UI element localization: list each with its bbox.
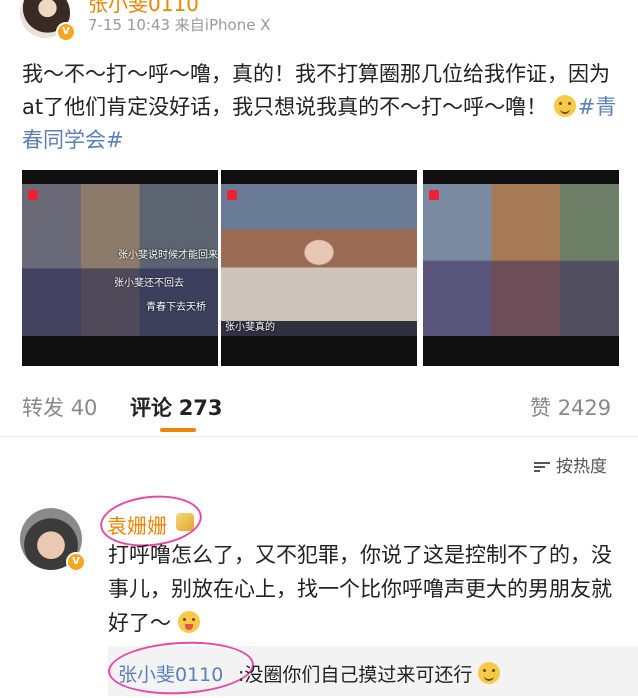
reply-author[interactable]: 张小斐0110: [118, 660, 223, 687]
post-image-2[interactable]: 张小斐真的: [221, 170, 417, 366]
post-text: 我～不～打～呼～噜，真的！我不打算圈那几位给我作证，因为at了他们肯定没好话，我…: [22, 58, 622, 157]
repost-label: 转发: [22, 396, 64, 420]
verified-badge-icon: V: [66, 552, 86, 572]
like-tab[interactable]: 赞 2429: [530, 392, 611, 422]
subtitle: 张小斐说时候才能回来: [118, 250, 218, 261]
comment-text: 打呼噜怎么了，又不犯罪，你说了这是控制不了的，没事儿，别放在心上，找一个比你呼噜…: [108, 538, 613, 640]
channel-logo-icon: [227, 190, 237, 200]
tv-scene: [423, 184, 619, 336]
repost-tab[interactable]: 转发 40: [22, 392, 97, 422]
subtitle: 张小斐还不回去: [114, 278, 184, 289]
verified-badge-icon: V: [56, 22, 76, 42]
tv-scene: [221, 184, 417, 336]
post-body: 我～不～打～呼～噜，真的！我不打算圈那几位给我作证，因为at了他们肯定没好话，我…: [22, 62, 610, 119]
post-image-3[interactable]: [423, 170, 619, 366]
comment-tab[interactable]: 评论 273: [130, 392, 223, 422]
like-label: 赞: [530, 396, 551, 420]
subtitle: 青春下去天桥: [146, 302, 206, 313]
member-crown-icon: [176, 513, 194, 531]
post-image-1[interactable]: 张小斐说时候才能回来 张小斐还不回去 青春下去天桥: [22, 170, 218, 366]
upside-down-smile-emoji-icon: [553, 95, 576, 117]
sort-label: 按热度: [556, 457, 607, 477]
comment-label: 评论: [130, 396, 172, 420]
active-tab-indicator: [160, 428, 196, 432]
sort-by-heat-button[interactable]: 按热度: [534, 452, 607, 477]
repost-count: 40: [70, 396, 98, 420]
tongue-out-emoji-icon: [177, 611, 200, 633]
channel-logo-icon: [429, 190, 439, 200]
sort-icon: [534, 462, 550, 472]
divider: [0, 436, 638, 437]
subtitle: 张小斐真的: [225, 322, 275, 333]
upside-down-smile-emoji-icon: [478, 662, 501, 684]
reply-text: :没圈你们自己摸过来可还行: [238, 660, 502, 687]
reply-body: :没圈你们自己摸过来可还行: [238, 664, 473, 686]
like-count: 2429: [557, 396, 612, 420]
commenter-name[interactable]: 袁姗姗: [107, 510, 167, 539]
channel-logo-icon: [28, 190, 38, 200]
comment-count: 273: [178, 396, 223, 420]
post-meta: 7-15 10:43 来自iPhone X: [88, 16, 271, 34]
